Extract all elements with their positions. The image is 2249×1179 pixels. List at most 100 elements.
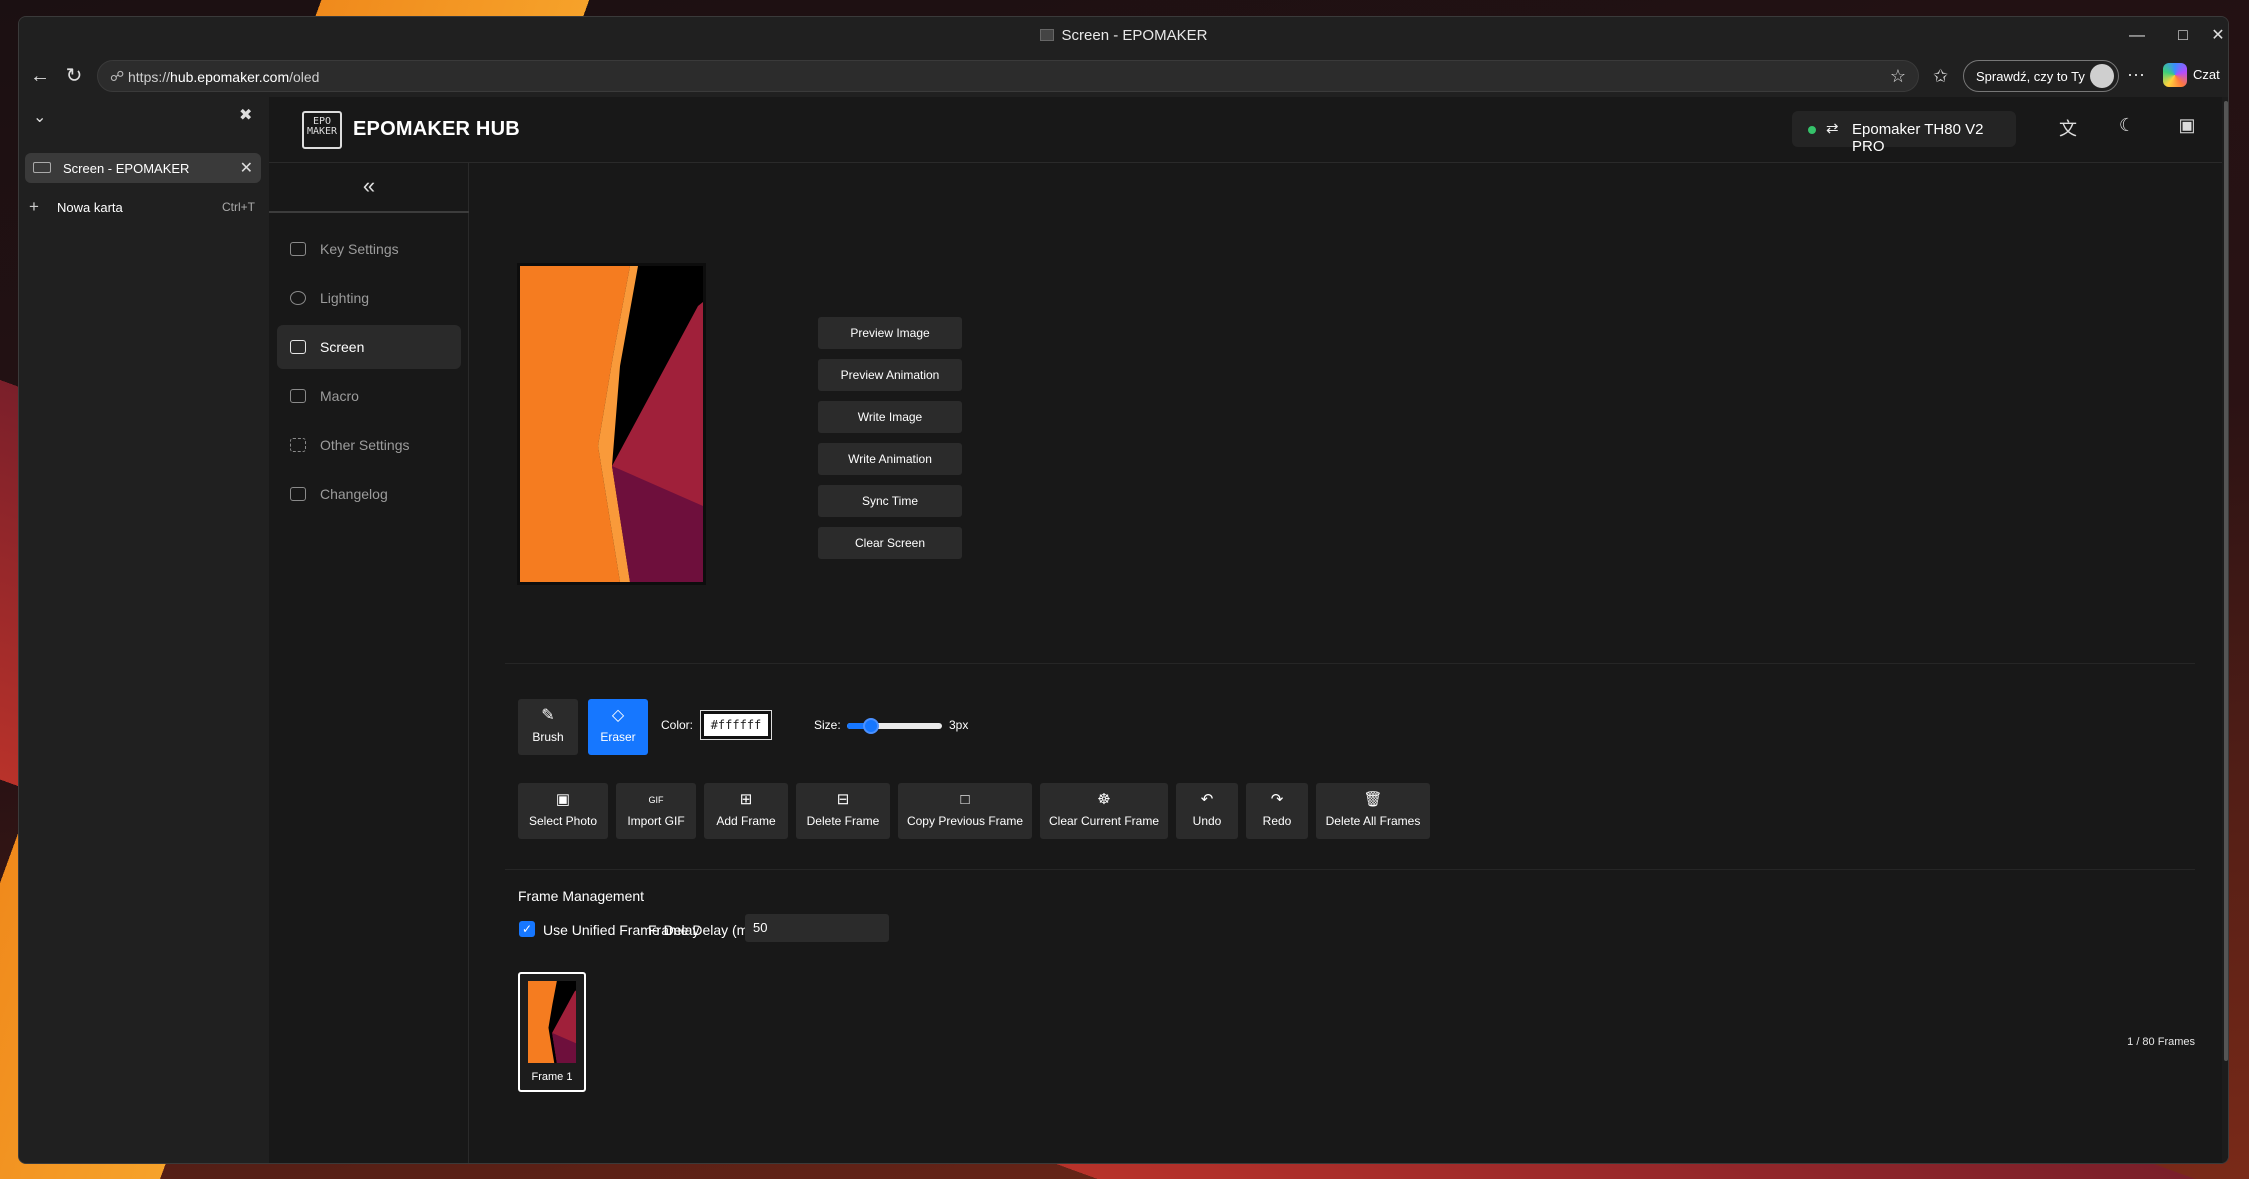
section-divider [505, 663, 2195, 664]
brush-tool-button[interactable]: ✎ Brush [518, 699, 578, 755]
thumbnail-preview-image [528, 981, 576, 1063]
refresh-button[interactable]: ↻ [59, 61, 89, 91]
keyboard-icon [290, 242, 306, 256]
size-label: Size: [814, 718, 841, 732]
sidebar-item-macro[interactable]: Macro [277, 374, 461, 418]
color-label: Color: [661, 718, 694, 732]
color-picker[interactable]: #ffffff [700, 710, 772, 740]
brand-title: EPOMAKER HUB [353, 118, 520, 140]
select-photo-button[interactable]: ▣ Select Photo [518, 783, 608, 839]
delete-frame-button[interactable]: ⊟ Delete Frame [796, 783, 890, 839]
profile-button[interactable]: Sprawdź, czy to Ty [1963, 60, 2119, 92]
minimize-button[interactable]: — [2114, 17, 2160, 55]
image-icon [290, 389, 306, 403]
eraser-icon: ◇ [611, 707, 625, 724]
sidebar-item-screen[interactable]: Screen [277, 325, 461, 369]
plus-icon: + [29, 197, 39, 216]
write-animation-button[interactable]: Write Animation [818, 443, 962, 475]
browser-window: Screen - EPOMAKER — □ ✕ ← ↻ ☍ https://hu… [18, 16, 2229, 1164]
chevron-down-icon[interactable]: ⌄ [33, 107, 46, 127]
bulb-icon [290, 291, 306, 305]
delete-all-frames-button[interactable]: 🗑 Delete All Frames [1316, 783, 1430, 839]
screen-editor: Preview Image Preview Animation Write Im… [469, 163, 2228, 1163]
sidebar-item-other-settings[interactable]: Other Settings [277, 423, 461, 467]
photo-icon: ▣ [555, 791, 571, 808]
import-gif-button[interactable]: GIF Import GIF [616, 783, 696, 839]
oled-preview-canvas[interactable] [517, 263, 706, 585]
copy-icon: □ [960, 791, 970, 808]
preview-image-button[interactable]: Preview Image [818, 317, 962, 349]
redo-button[interactable]: ↷ Redo [1246, 783, 1308, 839]
connected-status-dot [1808, 126, 1816, 134]
gif-icon: GIF [648, 795, 664, 805]
document-icon [290, 487, 306, 501]
eraser-tool-button[interactable]: ◇ Eraser [588, 699, 648, 755]
monitor-icon [290, 340, 306, 354]
favorites-icon[interactable]: ✩ [1933, 66, 1948, 87]
more-options-icon[interactable]: ⋯ [2127, 65, 2145, 86]
title-bar: Screen - EPOMAKER — □ ✕ [19, 17, 2228, 55]
copy-previous-frame-button[interactable]: □ Copy Previous Frame [898, 783, 1032, 839]
trash-icon: 🗑 [1363, 791, 1383, 808]
language-icon[interactable]: 文 [2053, 115, 2083, 141]
vertical-tabs-pane: ⌄ ✖ Screen - EPOMAKER ✕ + Nowa karta Ctr… [19, 97, 269, 1163]
new-tab-button[interactable]: + Nowa karta Ctrl+T [29, 195, 261, 221]
moon-icon[interactable]: ☾ [2112, 115, 2142, 136]
preview-image [520, 266, 703, 582]
maximize-button[interactable]: □ [2160, 17, 2206, 55]
grid-icon [290, 438, 306, 452]
address-bar-row: ← ↻ ☍ https://hub.epomaker.com/oled ☆ ✩ … [19, 57, 2228, 95]
back-button[interactable]: ← [25, 61, 55, 91]
tab-screen-epomaker[interactable]: Screen - EPOMAKER ✕ [25, 153, 261, 183]
minus-square-icon: ⊟ [836, 791, 850, 808]
collapse-sidebar-icon[interactable]: « [269, 163, 469, 213]
app-sidebar: « Key Settings Lighting Screen Macro Oth… [269, 163, 469, 1163]
sync-time-button[interactable]: Sync Time [818, 485, 962, 517]
frame-thumbnail[interactable]: Frame 1 [518, 972, 586, 1092]
write-image-button[interactable]: Write Image [818, 401, 962, 433]
address-bar[interactable]: ☍ https://hub.epomaker.com/oled ☆ [97, 60, 1919, 92]
size-slider-handle[interactable] [862, 718, 879, 734]
page-scrollbar[interactable] [2222, 97, 2228, 1163]
size-value: 3px [949, 718, 969, 732]
brush-icon: ✎ [541, 707, 555, 724]
redo-icon: ↷ [1270, 791, 1284, 808]
close-window-button[interactable]: ✕ [2206, 17, 2228, 55]
scrollbar-thumb[interactable] [2224, 101, 2228, 1061]
avatar [2090, 64, 2114, 88]
size-slider[interactable] [847, 718, 942, 734]
epomaker-logo: EPO MAKER [302, 111, 342, 149]
undo-icon: ↶ [1200, 791, 1214, 808]
url-text: https://hub.epomaker.com/oled [128, 69, 320, 85]
keyboard-favicon-icon [33, 162, 51, 173]
copilot-icon[interactable] [2163, 63, 2187, 87]
section-divider [505, 869, 2195, 870]
swap-icon: ⇄ [1826, 120, 1839, 137]
window-title: Screen - EPOMAKER [19, 27, 2228, 44]
epomaker-app: EPO MAKER EPOMAKER HUB ⇄ Epomaker TH80 V2… [269, 97, 2228, 1163]
broom-icon: ☸ [1097, 791, 1111, 808]
frame-delay-input[interactable]: 50 [745, 914, 889, 942]
site-info-icon[interactable]: ☍ [110, 68, 124, 85]
add-favorite-icon[interactable]: ☆ [1890, 66, 1906, 87]
frame-count: 1 / 80 Frames [2127, 1036, 2195, 1048]
sidebar-item-lighting[interactable]: Lighting [277, 276, 461, 320]
sidebar-item-key-settings[interactable]: Key Settings [277, 227, 461, 271]
app-header: EPO MAKER EPOMAKER HUB ⇄ Epomaker TH80 V2… [269, 97, 2228, 163]
frame-management-title: Frame Management [518, 888, 645, 904]
frame-thumbnail-image [528, 981, 576, 1063]
sidebar-item-changelog[interactable]: Changelog [277, 472, 461, 516]
page-favicon-icon [1039, 29, 1054, 41]
add-frame-button[interactable]: ⊞ Add Frame [704, 783, 788, 839]
preview-animation-button[interactable]: Preview Animation [818, 359, 962, 391]
plus-square-icon: ⊞ [739, 791, 753, 808]
close-tab-icon[interactable]: ✕ [240, 158, 253, 178]
feedback-icon[interactable]: ▣ [2172, 115, 2202, 136]
device-selector[interactable]: ⇄ Epomaker TH80 V2 PRO [1792, 111, 2016, 155]
unified-delay-checkbox[interactable]: ✓ [519, 921, 535, 937]
clear-screen-button[interactable]: Clear Screen [818, 527, 962, 559]
copilot-label[interactable]: Czat [2193, 67, 2220, 82]
undo-button[interactable]: ↶ Undo [1176, 783, 1238, 839]
clear-current-frame-button[interactable]: ☸ Clear Current Frame [1040, 783, 1168, 839]
unpin-pane-icon[interactable]: ✖ [239, 105, 252, 125]
